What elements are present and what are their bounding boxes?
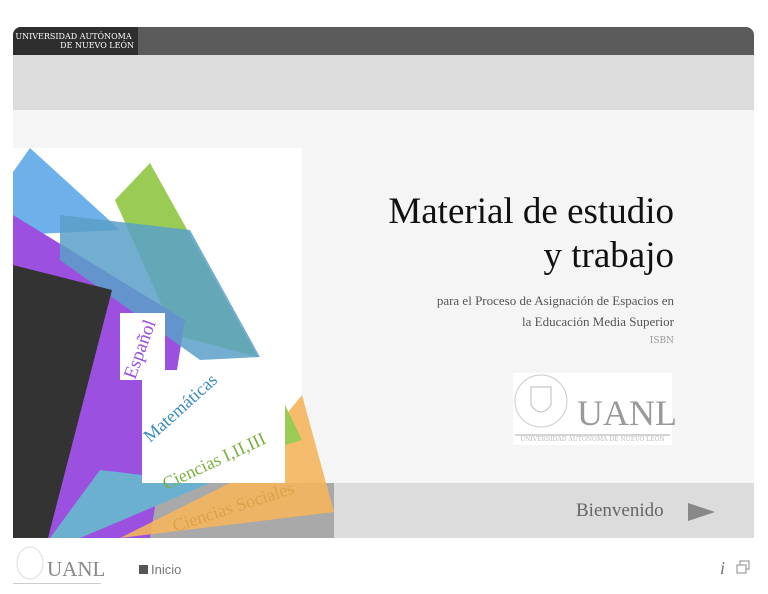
window-icon[interactable]	[736, 560, 750, 574]
isbn-label: ISBN	[649, 336, 674, 346]
subtitle: para el Proceso de Asignación de Espacio…	[437, 290, 674, 332]
home-square-icon	[139, 565, 148, 574]
logo-text: UANL	[577, 393, 677, 433]
title-line-2: y trabajo	[543, 235, 674, 276]
subtitle-line-1: para el Proceso de Asignación de Espacio…	[436, 293, 674, 308]
footer-logo: UANL	[13, 545, 105, 590]
page-title: Material de estudio y trabajo	[388, 190, 674, 278]
logo-caption: UNIVERSIDAD AUTÓNOMA DE NUEVO LEÓN	[520, 436, 665, 443]
uanl-logo: UANL UNIVERSIDAD AUTÓNOMA DE NUEVO LEÓN	[513, 373, 677, 445]
welcome-button[interactable]: Bienvenido	[576, 500, 664, 522]
home-label: Inicio	[151, 562, 182, 577]
title-line-1: Material de estudio	[388, 191, 674, 232]
footer-logo-text: UANL	[47, 557, 106, 581]
subtitle-line-2: la Educación Media Superior	[522, 314, 674, 329]
info-icon[interactable]: i	[720, 558, 725, 579]
next-arrow-icon[interactable]	[688, 503, 715, 521]
seal-icon	[514, 374, 568, 428]
home-link[interactable]: Inicio	[139, 562, 181, 577]
